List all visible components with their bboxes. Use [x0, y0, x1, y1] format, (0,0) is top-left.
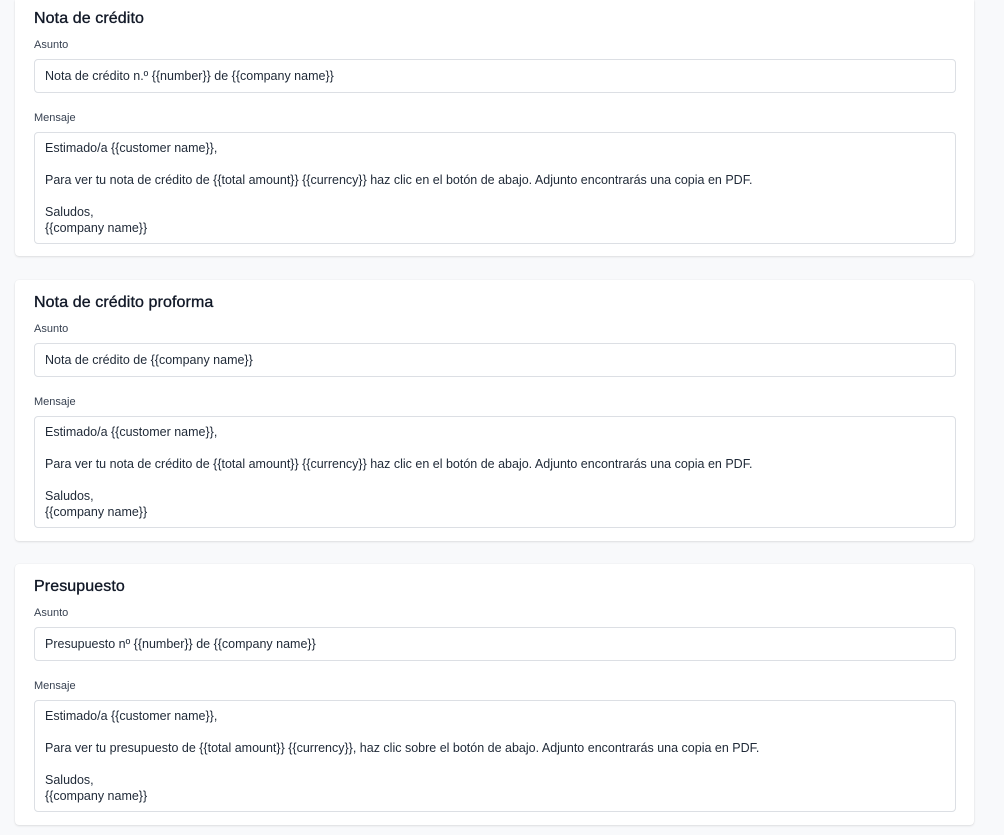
- message-line: {{company name}}: [45, 221, 148, 235]
- card-title: Nota de crédito: [34, 10, 145, 27]
- subject-input[interactable]: Nota de crédito n.º {{number}} de {{comp…: [34, 59, 956, 93]
- message-line: Estimado/a {{customer name}},: [45, 709, 218, 723]
- template-card-proforma-credit-note: Nota de crédito proforma Asunto Nota de …: [15, 280, 974, 541]
- message-line: Saludos,: [45, 773, 94, 787]
- message-label: Mensaje: [34, 396, 76, 408]
- subject-label: Asunto: [34, 323, 69, 335]
- message-line: Para ver tu presupuesto de {{total amoun…: [45, 741, 760, 755]
- message-line: Saludos,: [45, 205, 94, 219]
- message-line: Para ver tu nota de crédito de {{total a…: [45, 173, 753, 187]
- template-card-quote: Presupuesto Asunto Presupuesto nº {{numb…: [15, 564, 974, 825]
- message-label: Mensaje: [34, 112, 76, 124]
- message-line: Estimado/a {{customer name}},: [45, 141, 218, 155]
- message-line: {{company name}}: [45, 789, 148, 803]
- message-line: {{company name}}: [45, 505, 148, 519]
- subject-label: Asunto: [34, 607, 69, 619]
- card-title: Nota de crédito proforma: [34, 294, 214, 311]
- message-line: Para ver tu nota de crédito de {{total a…: [45, 457, 753, 471]
- message-line: Saludos,: [45, 489, 94, 503]
- message-textarea[interactable]: Estimado/a {{customer name}}, Para ver t…: [34, 416, 956, 528]
- card-title: Presupuesto: [34, 578, 125, 595]
- subject-input[interactable]: Presupuesto nº {{number}} de {{company n…: [34, 627, 956, 661]
- subject-input[interactable]: Nota de crédito de {{company name}}: [34, 343, 956, 377]
- template-card-credit-note: Nota de crédito Asunto Nota de crédito n…: [15, 0, 974, 256]
- email-templates-page: Nota de crédito Asunto Nota de crédito n…: [0, 0, 1004, 835]
- message-label: Mensaje: [34, 680, 76, 692]
- message-textarea[interactable]: Estimado/a {{customer name}}, Para ver t…: [34, 700, 956, 812]
- message-textarea[interactable]: Estimado/a {{customer name}}, Para ver t…: [34, 132, 956, 244]
- message-line: Estimado/a {{customer name}},: [45, 425, 218, 439]
- subject-label: Asunto: [34, 39, 69, 51]
